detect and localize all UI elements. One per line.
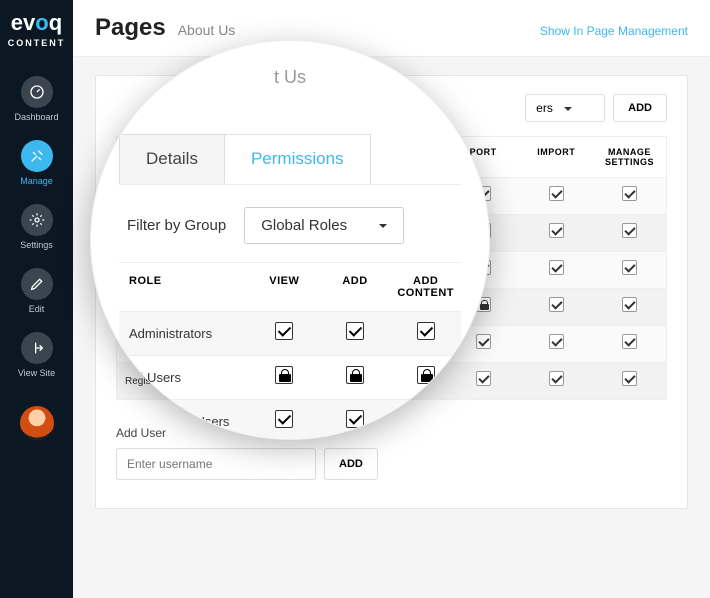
mag-role-label: Administrators <box>119 326 249 341</box>
col-header-manage-settings: MANAGE SETTINGS <box>593 137 666 177</box>
nav-dashboard[interactable]: Dashboard <box>0 66 73 130</box>
mag-col-role: ROLE <box>119 275 249 299</box>
checkbox[interactable] <box>549 371 564 386</box>
checkbox[interactable] <box>622 297 637 312</box>
mag-col-add-content: ADDCONTENT <box>390 275 461 299</box>
add-button-top[interactable]: ADD <box>613 94 667 122</box>
page-header: Pages About Us Show In Page Management <box>73 0 710 57</box>
nav-viewsite[interactable]: View Site <box>0 322 73 386</box>
checkbox[interactable] <box>549 260 564 275</box>
page-title: Pages <box>95 14 166 42</box>
nav-label-manage: Manage <box>0 176 73 186</box>
checkbox[interactable] <box>622 334 637 349</box>
page-sub: About Us <box>178 22 236 38</box>
filter-select[interactable]: ers <box>525 94 605 122</box>
add-user-label: Add User <box>116 426 667 440</box>
exit-icon <box>21 332 53 364</box>
brand-logo: evoq <box>11 10 62 36</box>
mag-tabs: Details Permissions <box>119 134 461 185</box>
nav-label-viewsite: View Site <box>0 368 73 378</box>
filter-group-select[interactable]: Global Roles <box>244 207 404 244</box>
checkbox[interactable] <box>476 334 491 349</box>
filter-select-value: ers <box>536 101 553 115</box>
checkbox[interactable] <box>622 371 637 386</box>
checkbox[interactable] <box>476 371 491 386</box>
add-user-button[interactable]: ADD <box>324 448 378 480</box>
pencil-icon <box>21 268 53 300</box>
mag-col-view: VIEW <box>249 275 320 299</box>
nav-label-dashboard: Dashboard <box>0 112 73 122</box>
checkbox[interactable] <box>417 322 435 340</box>
tools-icon <box>21 140 53 172</box>
checkbox[interactable] <box>549 223 564 238</box>
checkbox[interactable] <box>275 410 293 428</box>
tab-permissions[interactable]: Permissions <box>224 134 371 184</box>
nav-settings[interactable]: Settings <box>0 194 73 258</box>
mag-row-administrators: Administrators <box>119 311 461 355</box>
nav-manage[interactable]: Manage <box>0 130 73 194</box>
show-in-page-management-link[interactable]: Show In Page Management <box>540 24 688 38</box>
brand-sub: CONTENT <box>8 38 66 48</box>
checkbox[interactable] <box>275 322 293 340</box>
user-avatar[interactable] <box>20 406 54 440</box>
tab-details[interactable]: Details <box>119 134 225 184</box>
checkbox[interactable] <box>549 297 564 312</box>
nav-label-settings: Settings <box>0 240 73 250</box>
nav-label-edit: Edit <box>0 304 73 314</box>
col-header-import: IMPORT <box>520 137 593 177</box>
lock-icon[interactable] <box>275 366 293 384</box>
checkbox[interactable] <box>417 410 435 428</box>
checkbox[interactable] <box>346 410 364 428</box>
caret-down-icon <box>379 224 387 228</box>
dashboard-icon <box>21 76 53 108</box>
mag-row-all-users: All Users <box>119 355 461 399</box>
add-user-section: Add User ADD <box>116 426 667 480</box>
checkbox[interactable] <box>346 322 364 340</box>
filter-by-group-label: Filter by Group <box>127 217 226 234</box>
checkbox[interactable] <box>622 223 637 238</box>
caret-down-icon <box>564 107 572 111</box>
lock-icon[interactable] <box>417 366 435 384</box>
checkbox[interactable] <box>622 186 637 201</box>
gear-icon <box>21 204 53 236</box>
checkbox[interactable] <box>549 334 564 349</box>
magnifier-lens: t Us Details Permissions Filter by Group… <box>90 40 490 440</box>
mag-col-add: ADD <box>320 275 391 299</box>
username-input[interactable] <box>116 448 316 480</box>
checkbox[interactable] <box>549 186 564 201</box>
nav-edit[interactable]: Edit <box>0 258 73 322</box>
sidebar: evoq CONTENT Dashboard Manage Settings E… <box>0 0 73 598</box>
checkbox[interactable] <box>622 260 637 275</box>
lock-icon[interactable] <box>346 366 364 384</box>
filter-group-value: Global Roles <box>261 217 347 234</box>
